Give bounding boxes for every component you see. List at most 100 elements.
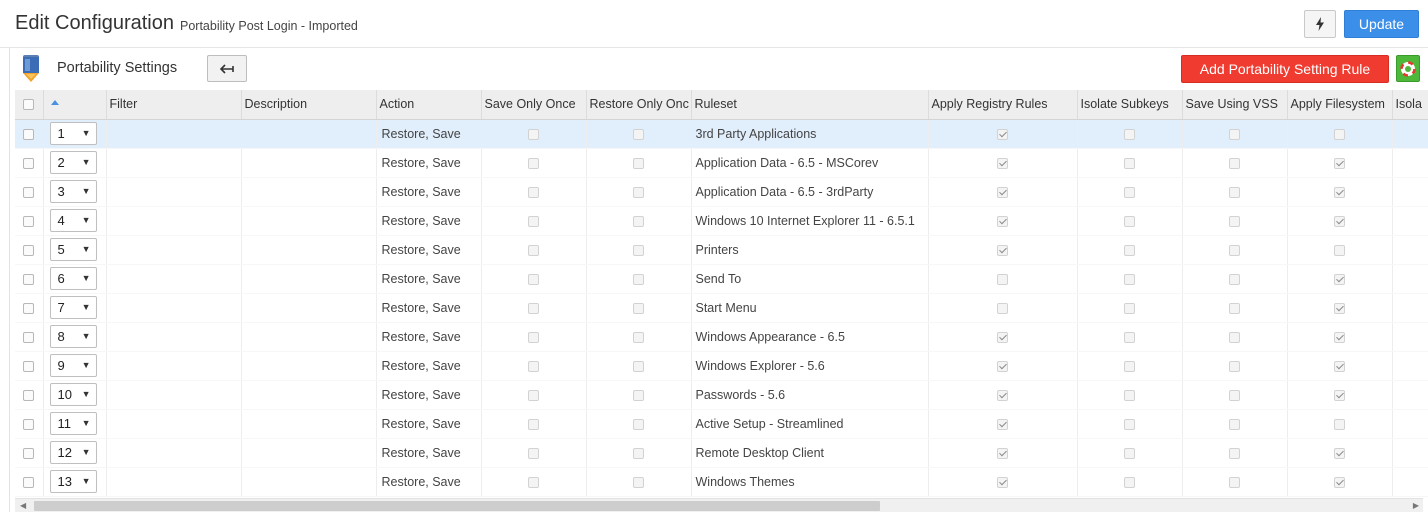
order-select[interactable]: 4 ▼ (49, 209, 97, 232)
horizontal-scrollbar[interactable]: ◀ ▶ (15, 498, 1423, 512)
table-row[interactable]: 1 ▼ Restore, Save 3rd Party Applications (15, 119, 1428, 149)
table-row[interactable]: 4 ▼ Restore, Save Windows 10 Internet Explo… (15, 206, 1428, 236)
table-row[interactable]: 6 ▼ Restore, Save Send To (15, 264, 1428, 294)
row-select-cell[interactable] (15, 351, 44, 381)
row-select-cell[interactable] (15, 293, 44, 323)
update-button[interactable]: Update (1344, 10, 1419, 38)
row-select-checkbox[interactable] (23, 273, 35, 285)
column-header-apply-registry-rules[interactable]: Apply Registry Rules (928, 90, 1078, 120)
table-row[interactable]: 12 ▼ Restore, Save Remote Desktop Client (15, 438, 1428, 468)
isolate-subkeys-cell (1077, 119, 1183, 149)
row-select-cell[interactable] (15, 148, 44, 178)
row-select-checkbox[interactable] (23, 302, 35, 314)
row-select-checkbox[interactable] (23, 128, 35, 140)
apply-registry-rules-cell (928, 235, 1078, 265)
restore-only-once-checkbox (633, 331, 644, 343)
table-row[interactable]: 2 ▼ Restore, Save Application Data - 6.5 - … (15, 148, 1428, 178)
row-select-cell[interactable] (15, 264, 44, 294)
column-header-ruleset[interactable]: Ruleset (691, 90, 929, 120)
select-all-checkbox-cell[interactable] (15, 90, 44, 120)
row-select-checkbox[interactable] (23, 360, 35, 372)
column-header-apply-filesystem[interactable]: Apply Filesystem (1287, 90, 1393, 120)
action-cell: Restore, Save (376, 293, 482, 323)
table-row[interactable]: 7 ▼ Restore, Save Start Menu (15, 293, 1428, 323)
order-select[interactable]: 1 ▼ (49, 122, 97, 145)
apply-filesystem-cell (1287, 119, 1393, 149)
help-button[interactable] (1396, 55, 1420, 82)
table-row[interactable]: 10 ▼ Restore, Save Passwords - 5.6 (15, 380, 1428, 410)
order-select[interactable]: 2 ▼ (49, 151, 97, 174)
row-select-cell[interactable] (15, 206, 44, 236)
column-header-isolate[interactable]: Isola (1392, 90, 1428, 120)
row-select-checkbox[interactable] (23, 244, 35, 256)
scrollbar-thumb[interactable] (34, 501, 880, 511)
row-select-checkbox[interactable] (23, 418, 35, 430)
column-header-action[interactable]: Action (376, 90, 482, 120)
isolate-subkeys-cell (1077, 438, 1183, 468)
save-only-once-checkbox (528, 302, 539, 314)
row-select-checkbox[interactable] (23, 476, 35, 488)
row-select-cell[interactable] (15, 467, 44, 497)
row-select-checkbox[interactable] (23, 331, 35, 343)
table-row[interactable]: 11 ▼ Restore, Save Active Setup - Streamlin… (15, 409, 1428, 439)
order-select[interactable]: 3 ▼ (49, 180, 97, 203)
order-select[interactable]: 11 ▼ (49, 412, 97, 435)
row-select-cell[interactable] (15, 409, 44, 439)
order-select[interactable]: 12 ▼ (49, 441, 97, 464)
order-select[interactable]: 13 ▼ (49, 470, 97, 493)
apply-filesystem-checkbox (1334, 244, 1345, 256)
row-select-cell[interactable] (15, 119, 44, 149)
row-select-cell[interactable] (15, 322, 44, 352)
isolate-cell (1392, 322, 1428, 352)
row-select-checkbox[interactable] (23, 215, 35, 227)
select-all-checkbox[interactable] (23, 99, 35, 111)
column-header-save-only-once[interactable]: Save Only Once (481, 90, 587, 120)
apply-filesystem-checkbox (1334, 389, 1345, 401)
row-select-checkbox[interactable] (23, 157, 35, 169)
apply-filesystem-checkbox (1334, 215, 1345, 227)
save-only-once-cell (481, 380, 587, 410)
back-button[interactable] (207, 55, 247, 82)
order-select[interactable]: 10 ▼ (49, 383, 97, 406)
column-header-save-using-vss[interactable]: Save Using VSS (1182, 90, 1288, 120)
action-cell: Restore, Save (376, 351, 482, 381)
table-row[interactable]: 13 ▼ Restore, Save Windows Themes (15, 467, 1428, 497)
chevron-down-icon: ▼ (81, 331, 91, 341)
restore-only-once-cell (586, 264, 692, 294)
table-row[interactable]: 5 ▼ Restore, Save Printers (15, 235, 1428, 265)
row-select-cell[interactable] (15, 235, 44, 265)
column-header-description[interactable]: Description (241, 90, 377, 120)
order-select[interactable]: 5 ▼ (49, 238, 97, 261)
row-select-checkbox[interactable] (23, 389, 35, 401)
apply-registry-rules-checkbox (997, 418, 1008, 430)
bolt-button[interactable] (1304, 10, 1336, 38)
ruleset-cell: 3rd Party Applications (691, 119, 929, 149)
save-using-vss-checkbox (1229, 418, 1240, 430)
column-header-restore-only-once[interactable]: Restore Only Onc (586, 90, 692, 120)
save-only-once-cell (481, 438, 587, 468)
row-select-cell[interactable] (15, 380, 44, 410)
row-select-checkbox[interactable] (23, 447, 35, 459)
order-column-header[interactable] (43, 90, 107, 120)
table-row[interactable]: 8 ▼ Restore, Save Windows Appearance - 6.5 (15, 322, 1428, 352)
ruleset-cell: Active Setup - Streamlined (691, 409, 929, 439)
column-header-isolate-subkeys[interactable]: Isolate Subkeys (1077, 90, 1183, 120)
table-row[interactable]: 3 ▼ Restore, Save Application Data - 6.5 - … (15, 177, 1428, 207)
save-only-once-cell (481, 264, 587, 294)
order-select[interactable]: 6 ▼ (49, 267, 97, 290)
apply-registry-rules-checkbox (997, 186, 1008, 198)
order-cell: 10 ▼ (43, 380, 107, 410)
row-select-cell[interactable] (15, 438, 44, 468)
add-rule-button[interactable]: Add Portability Setting Rule (1181, 55, 1389, 83)
table-row[interactable]: 9 ▼ Restore, Save Windows Explorer - 5.6 (15, 351, 1428, 381)
sort-ascending-icon[interactable] (50, 100, 59, 106)
order-select[interactable]: 8 ▼ (49, 325, 97, 348)
row-select-checkbox[interactable] (23, 186, 35, 198)
save-using-vss-checkbox (1229, 273, 1240, 285)
row-select-cell[interactable] (15, 177, 44, 207)
column-header-filter[interactable]: Filter (106, 90, 242, 120)
scroll-left-icon[interactable]: ◀ (20, 501, 26, 510)
order-select[interactable]: 7 ▼ (49, 296, 97, 319)
order-select[interactable]: 9 ▼ (49, 354, 97, 377)
scroll-right-icon[interactable]: ▶ (1413, 501, 1419, 510)
